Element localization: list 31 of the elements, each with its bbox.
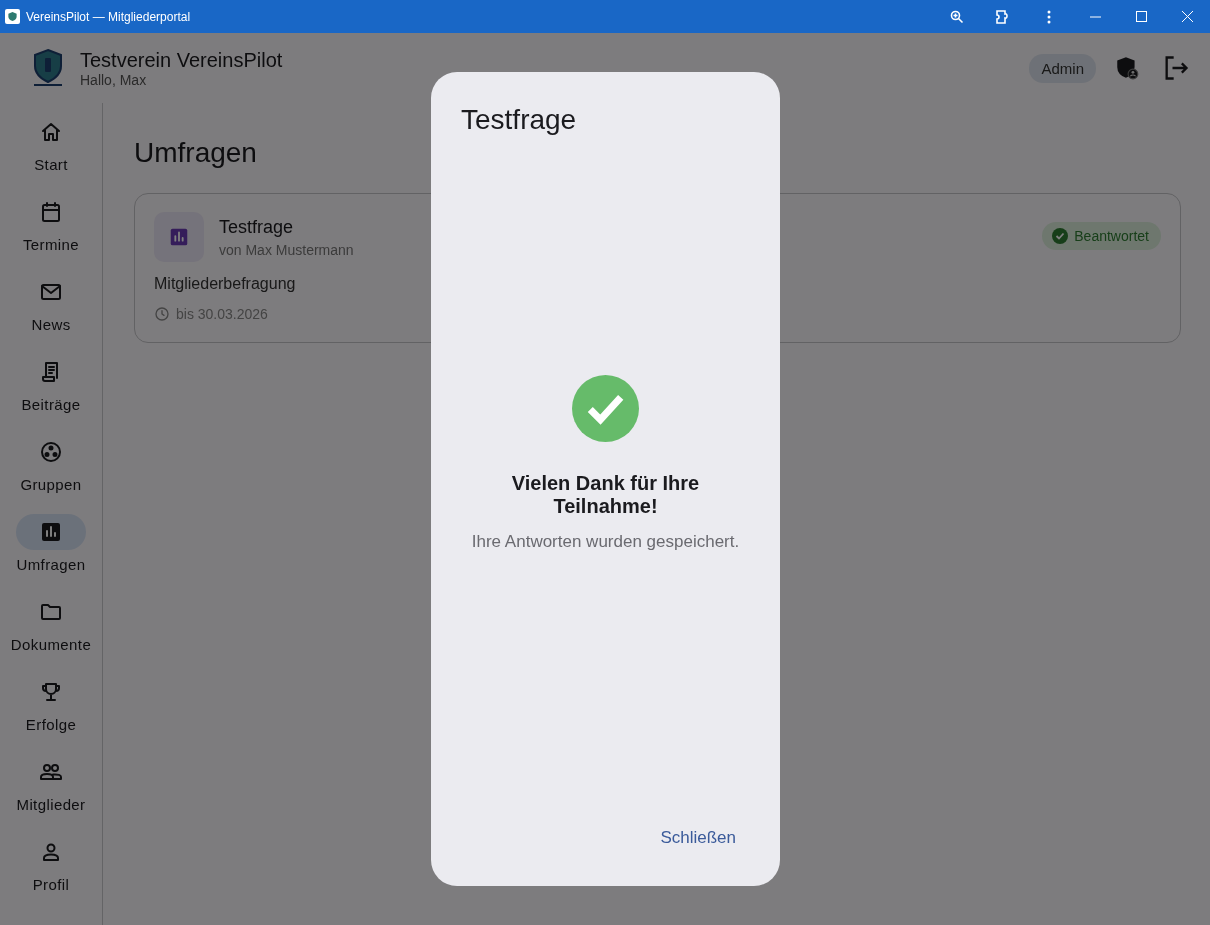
nav-item[interactable]: Mitglieder <box>1 743 101 823</box>
nav-item[interactable]: News <box>1 263 101 343</box>
survey-deadline: bis 30.03.2026 <box>176 306 268 322</box>
calendar-icon <box>39 199 63 224</box>
nav-item[interactable]: Beiträge <box>1 343 101 423</box>
app-logo-icon <box>5 9 20 24</box>
survey-author: von Max Mustermann <box>219 241 354 258</box>
success-detail: Ihre Antworten wurden gespeichert. <box>471 531 740 552</box>
nav-item[interactable]: Start <box>1 103 101 183</box>
club-name: Testverein VereinsPilot <box>80 48 283 72</box>
nav-item[interactable]: Umfragen <box>1 503 101 583</box>
clock-icon <box>154 306 170 322</box>
success-message: Vielen Dank für Ihre Teilnahme! <box>510 471 701 518</box>
dialog-title: Testfrage <box>461 104 578 136</box>
nav-item[interactable]: Erfolge <box>1 663 101 743</box>
close-button[interactable]: Schließen <box>644 820 752 856</box>
group-circle-icon <box>39 439 63 464</box>
survey-title: Testfrage <box>219 216 295 238</box>
nav-item[interactable]: Profil <box>1 823 101 903</box>
check-circle-icon <box>572 374 639 442</box>
survey-category: Mitgliederbefragung <box>154 275 297 293</box>
status-badge: Beantwortet <box>1042 222 1161 250</box>
window-title: VereinsPilot — Mitgliederportal <box>26 9 191 24</box>
nav-item[interactable]: Dokumente <box>1 583 101 663</box>
page-title: Umfragen <box>134 137 258 169</box>
check-circle-icon <box>1052 228 1069 244</box>
nav-item[interactable]: Termine <box>1 183 101 263</box>
nav-item[interactable]: Gruppen <box>1 423 101 503</box>
greeting: Hallo, Max <box>80 72 148 88</box>
bar-chart-icon <box>168 226 190 248</box>
role-badge: Admin <box>1029 53 1096 83</box>
